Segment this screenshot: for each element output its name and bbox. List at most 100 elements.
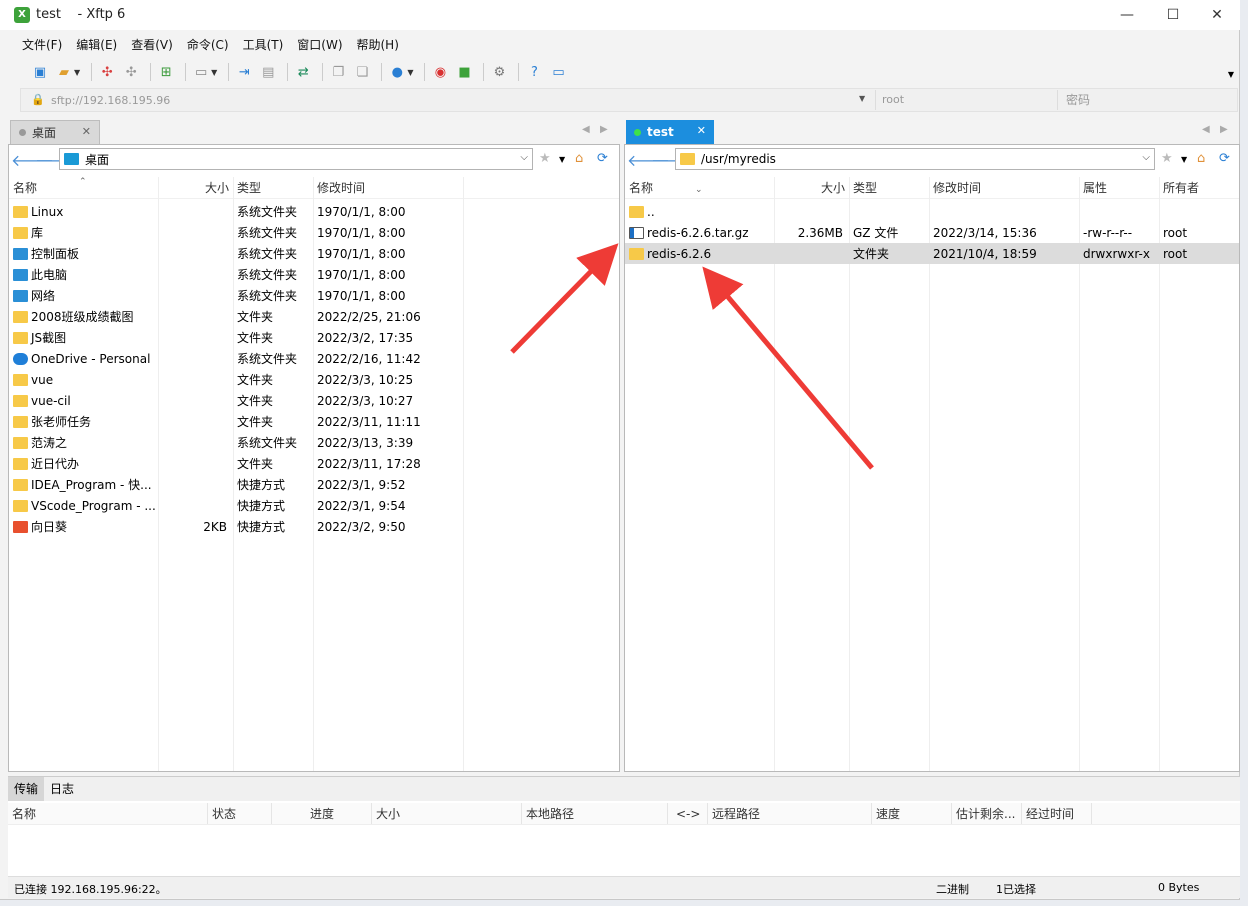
local-file-row[interactable]: OneDrive - Personal 系统文件夹 2022/2/16, 11:42	[9, 348, 619, 369]
upload-icon[interactable]: ⇥	[234, 62, 254, 82]
col-type[interactable]: 类型	[849, 177, 929, 198]
menu-file[interactable]: 文件(F)	[16, 36, 68, 53]
forward-icon[interactable]: 🡒	[35, 150, 78, 170]
col-name[interactable]: 名称 ⌄	[625, 177, 775, 198]
minimize-button[interactable]: —	[1104, 0, 1150, 30]
remote-file-row[interactable]: ..	[625, 201, 1239, 222]
home-icon[interactable]: ⌂	[1197, 151, 1205, 166]
path-dropdown-icon[interactable]: ⌵	[1142, 152, 1150, 163]
view-dropdown-icon[interactable]: ▼	[211, 68, 217, 77]
remote-path-field[interactable]: /usr/myredis ⌵	[675, 148, 1155, 170]
help-icon[interactable]: ?	[524, 62, 544, 82]
open-folder-icon[interactable]: ▰	[54, 62, 74, 82]
back-icon[interactable]: 🡐	[11, 150, 54, 170]
sync-icon[interactable]: ⇄	[293, 62, 313, 82]
local-file-row[interactable]: vue 文件夹 2022/3/3, 10:25	[9, 369, 619, 390]
menu-help[interactable]: 帮助(H)	[351, 36, 405, 53]
home-icon[interactable]: ⌂	[575, 151, 583, 166]
menu-view[interactable]: 查看(V)	[125, 36, 179, 53]
download-icon[interactable]: ▤	[258, 62, 278, 82]
back-icon[interactable]: 🡐	[627, 150, 670, 170]
maximize-button[interactable]: ☐	[1150, 0, 1196, 30]
local-path-field[interactable]: 桌面 ⌵	[59, 148, 533, 170]
globe-icon[interactable]: ●	[387, 62, 407, 82]
local-file-row[interactable]: IDEA_Program - 快... 快捷方式 2022/3/1, 9:52	[9, 474, 619, 495]
new-session-icon[interactable]: ▣	[30, 62, 50, 82]
refresh-icon[interactable]: ⟳	[1219, 151, 1230, 166]
close-button[interactable]: ✕	[1194, 0, 1240, 30]
open-dropdown-icon[interactable]: ▼	[74, 68, 80, 77]
col-owner[interactable]: 所有者	[1159, 177, 1237, 198]
local-file-row[interactable]: 向日葵 2KB 快捷方式 2022/3/2, 9:50	[9, 516, 619, 537]
favorite-dropdown-icon[interactable]: ▼	[559, 155, 565, 164]
col-name[interactable]: 名称 ⌃	[9, 177, 159, 198]
password-field[interactable]: 密码	[1057, 90, 1237, 110]
menu-tools[interactable]: 工具(T)	[237, 36, 290, 53]
favorite-star-icon[interactable]: ★	[1161, 151, 1173, 166]
copy-icon[interactable]: ❐	[328, 62, 348, 82]
remote-file-row[interactable]: redis-6.2.6 文件夹 2021/10/4, 18:59 drwxrwxr-x…	[625, 243, 1239, 264]
xshell-icon[interactable]: ◉	[430, 62, 450, 82]
xftp-icon[interactable]: ■	[454, 62, 474, 82]
local-file-row[interactable]: 网络 系统文件夹 1970/1/1, 8:00	[9, 285, 619, 306]
paste-icon[interactable]: ❏	[352, 62, 372, 82]
local-file-row[interactable]: 张老师任务 文件夹 2022/3/11, 11:11	[9, 411, 619, 432]
transfer-col-direction[interactable]: <->	[668, 803, 708, 824]
local-file-row[interactable]: 库 系统文件夹 1970/1/1, 8:00	[9, 222, 619, 243]
transfer-col-name[interactable]: 名称	[8, 803, 208, 824]
toolbar-overflow-icon[interactable]: ▼	[1228, 70, 1234, 79]
globe-dropdown-icon[interactable]: ▼	[407, 68, 413, 77]
transfer-col-remote-path[interactable]: 远程路径	[708, 803, 872, 824]
transfer-col-status[interactable]: 状态	[208, 803, 272, 824]
tab-log[interactable]: 日志	[44, 777, 80, 801]
tab-prev-icon[interactable]: ◀	[1202, 124, 1210, 135]
transfer-col-size[interactable]: 大小	[372, 803, 522, 824]
tab-close-icon[interactable]: ✕	[697, 124, 706, 137]
transfer-col-elapsed[interactable]: 经过时间	[1022, 803, 1092, 824]
local-file-row[interactable]: VScode_Program - ... 快捷方式 2022/3/1, 9:54	[9, 495, 619, 516]
col-mtime[interactable]: 修改时间	[929, 177, 1079, 198]
tab-prev-icon[interactable]: ◀	[582, 124, 590, 135]
transfer-col-eta[interactable]: 估计剩余...	[952, 803, 1022, 824]
path-dropdown-icon[interactable]: ⌵	[520, 152, 528, 163]
remote-file-row[interactable]: redis-6.2.6.tar.gz 2.36MB GZ 文件 2022/3/14, …	[625, 222, 1239, 243]
local-file-row[interactable]: JS截图 文件夹 2022/3/2, 17:35	[9, 327, 619, 348]
col-mtime[interactable]: 修改时间	[313, 177, 463, 198]
chat-icon[interactable]: ▭	[548, 62, 568, 82]
menu-window[interactable]: 窗口(W)	[291, 36, 348, 53]
tab-test[interactable]: test ✕	[626, 120, 714, 144]
username-field[interactable]: root	[875, 90, 1057, 110]
col-size[interactable]: 大小	[159, 177, 233, 198]
transfer-col-local-path[interactable]: 本地路径	[522, 803, 668, 824]
local-file-row[interactable]: 近日代办 文件夹 2022/3/11, 17:28	[9, 453, 619, 474]
local-file-row[interactable]: 范涛之 系统文件夹 2022/3/13, 3:39	[9, 432, 619, 453]
col-attr[interactable]: 属性	[1079, 177, 1159, 198]
col-type[interactable]: 类型	[233, 177, 313, 198]
local-file-row[interactable]: 2008班级成绩截图 文件夹 2022/2/25, 21:06	[9, 306, 619, 327]
tab-close-icon[interactable]: ✕	[82, 125, 91, 138]
menu-edit[interactable]: 编辑(E)	[70, 36, 123, 53]
view-mode-icon[interactable]: ▭	[191, 62, 211, 82]
tab-next-icon[interactable]: ▶	[1220, 124, 1228, 135]
tab-next-icon[interactable]: ▶	[600, 124, 608, 135]
local-file-row[interactable]: vue-cil 文件夹 2022/3/3, 10:27	[9, 390, 619, 411]
transfer-col-speed[interactable]: 速度	[872, 803, 952, 824]
forward-icon[interactable]: 🡒	[651, 150, 694, 170]
address-input[interactable]: sftp://192.168.195.96	[51, 94, 170, 107]
tab-transfer[interactable]: 传输	[8, 777, 45, 801]
new-tab-icon[interactable]: ⊞	[156, 62, 176, 82]
gear-icon[interactable]: ⚙	[489, 62, 509, 82]
address-dropdown-icon[interactable]: ▼	[859, 94, 865, 103]
local-file-row[interactable]: Linux 系统文件夹 1970/1/1, 8:00	[9, 201, 619, 222]
connect-icon[interactable]: ✣	[97, 62, 117, 82]
local-file-row[interactable]: 控制面板 系统文件夹 1970/1/1, 8:00	[9, 243, 619, 264]
favorite-star-icon[interactable]: ★	[539, 151, 551, 166]
favorite-dropdown-icon[interactable]: ▼	[1181, 155, 1187, 164]
menu-command[interactable]: 命令(C)	[181, 36, 235, 53]
col-size[interactable]: 大小	[775, 177, 849, 198]
disconnect-icon[interactable]: ✣	[121, 62, 141, 82]
tab-desktop[interactable]: 桌面 ✕	[10, 120, 100, 144]
refresh-icon[interactable]: ⟳	[597, 151, 608, 166]
local-file-row[interactable]: 此电脑 系统文件夹 1970/1/1, 8:00	[9, 264, 619, 285]
transfer-col-progress[interactable]: 进度	[272, 803, 372, 824]
